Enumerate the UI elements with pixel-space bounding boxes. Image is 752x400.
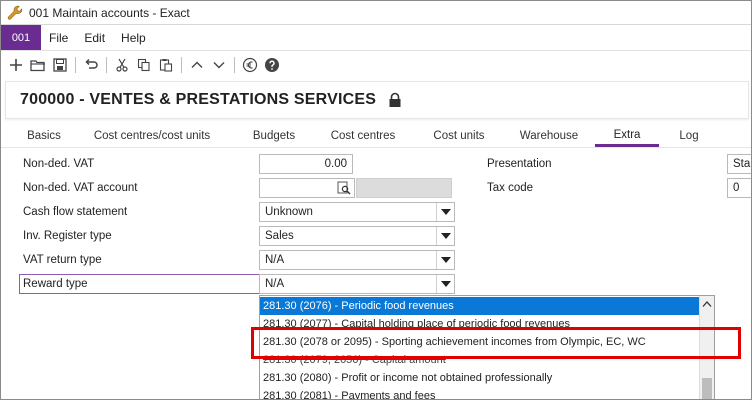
vat-return-type-label: VAT return type	[23, 254, 102, 266]
plus-icon[interactable]	[5, 54, 27, 76]
presentation-label: Presentation	[487, 158, 552, 170]
chevron-up-icon[interactable]	[186, 54, 208, 76]
account-header: 700000 - VENTES & PRESTATIONS SERVICES	[5, 81, 749, 119]
menu-edit[interactable]: Edit	[76, 25, 113, 50]
cash-flow-statement-select[interactable]: Unknown	[259, 202, 455, 222]
title-bar: 001 Maintain accounts - Exact	[1, 1, 751, 25]
tab-warehouse[interactable]: Warehouse	[511, 125, 587, 147]
toolbar-separator	[106, 57, 107, 73]
dropdown-option[interactable]: 281.30 (2080) - Profit or income not obt…	[260, 369, 700, 387]
menu-file-label: File	[49, 30, 69, 45]
wrench-icon	[7, 5, 23, 21]
inv-register-type-select[interactable]: Sales	[259, 226, 455, 246]
open-folder-icon[interactable]	[27, 54, 49, 76]
tab-bar: Basics Cost centres/cost units Budgets C…	[1, 125, 751, 147]
menu-bar: 001 File Edit Help	[1, 25, 751, 51]
non-ded-vat-value: 0.00	[324, 158, 347, 170]
dropdown-arrow-icon[interactable]	[436, 227, 454, 245]
vat-account-description-readonly	[356, 178, 452, 198]
account-title: 700000 - VENTES & PRESTATIONS SERVICES	[20, 91, 377, 108]
lookup-icon[interactable]	[334, 179, 354, 197]
tab-divider	[1, 147, 751, 148]
tab-cost-units[interactable]: Cost units	[423, 125, 495, 147]
tab-cost-centres-cost-units[interactable]: Cost centres/cost units	[87, 125, 217, 147]
euro-icon[interactable]	[239, 54, 261, 76]
vat-return-type-value: N/A	[265, 254, 285, 266]
toolbar	[1, 51, 751, 79]
vat-return-type-select[interactable]: N/A	[259, 250, 455, 270]
help-icon[interactable]	[261, 54, 283, 76]
dropdown-option[interactable]: 281.30 (2076) - Periodic food revenues	[260, 297, 700, 315]
dropdown-option[interactable]: 281.30 (2077) - Capital holding place of…	[260, 315, 700, 333]
dropdown-arrow-icon[interactable]	[436, 203, 454, 221]
cut-icon[interactable]	[111, 54, 133, 76]
tax-code-label: Tax code	[487, 182, 534, 194]
presentation-select[interactable]: Stan	[727, 154, 751, 174]
tab-cost-centres[interactable]: Cost centres	[323, 125, 403, 147]
lock-icon	[388, 92, 402, 108]
inv-register-type-label: Inv. Register type	[23, 230, 112, 242]
non-ded-vat-label: Non-ded. VAT	[23, 158, 95, 170]
undo-icon[interactable]	[80, 54, 102, 76]
paste-icon[interactable]	[155, 54, 177, 76]
menu-help-label: Help	[121, 30, 146, 45]
menu-help[interactable]: Help	[113, 25, 154, 50]
toolbar-separator	[234, 57, 235, 73]
dropdown-arrow-icon[interactable]	[436, 275, 454, 293]
non-ded-vat-account-label: Non-ded. VAT account	[23, 182, 138, 194]
menu-edit-label: Edit	[84, 30, 106, 45]
menu-file[interactable]: File	[41, 25, 76, 50]
non-ded-vat-input[interactable]: 0.00	[259, 154, 353, 174]
cash-flow-statement-value: Unknown	[265, 206, 313, 218]
presentation-value: Stan	[733, 158, 751, 170]
chevron-down-icon[interactable]	[208, 54, 230, 76]
toolbar-separator	[75, 57, 76, 73]
dropdown-option[interactable]: 281.30 (2081) - Payments and fees	[260, 387, 700, 399]
copy-icon[interactable]	[133, 54, 155, 76]
tax-code-input[interactable]: 0	[727, 178, 751, 198]
toolbar-separator	[181, 57, 182, 73]
tab-basics[interactable]: Basics	[19, 125, 69, 147]
dropdown-option[interactable]: 281.30 (2079, 2056) - Capital amount	[260, 351, 700, 369]
dropdown-option[interactable]: 281.30 (2078 or 2095) - Sporting achieve…	[260, 333, 700, 351]
reward-type-dropdown-list[interactable]: 281.30 (2076) - Periodic food revenues 2…	[259, 295, 715, 399]
tab-log[interactable]: Log	[671, 125, 707, 147]
save-icon[interactable]	[49, 54, 71, 76]
cash-flow-statement-label: Cash flow statement	[23, 206, 128, 218]
scrollbar-thumb[interactable]	[702, 378, 712, 399]
reward-type-select[interactable]: N/A	[259, 274, 455, 294]
app-window: 001 Maintain accounts - Exact 001 File E…	[0, 0, 752, 400]
tab-budgets[interactable]: Budgets	[239, 125, 309, 147]
tab-extra[interactable]: Extra	[595, 125, 659, 147]
window-title: 001 Maintain accounts - Exact	[29, 5, 190, 20]
reward-type-label: Reward type	[23, 278, 88, 290]
scroll-up-icon[interactable]	[702, 299, 712, 309]
inv-register-type-value: Sales	[265, 230, 294, 242]
menu-code-badge[interactable]: 001	[1, 25, 41, 50]
dropdown-scrollbar[interactable]	[699, 296, 714, 399]
tax-code-value: 0	[733, 182, 740, 194]
reward-type-value: N/A	[265, 278, 285, 290]
dropdown-arrow-icon[interactable]	[436, 251, 454, 269]
